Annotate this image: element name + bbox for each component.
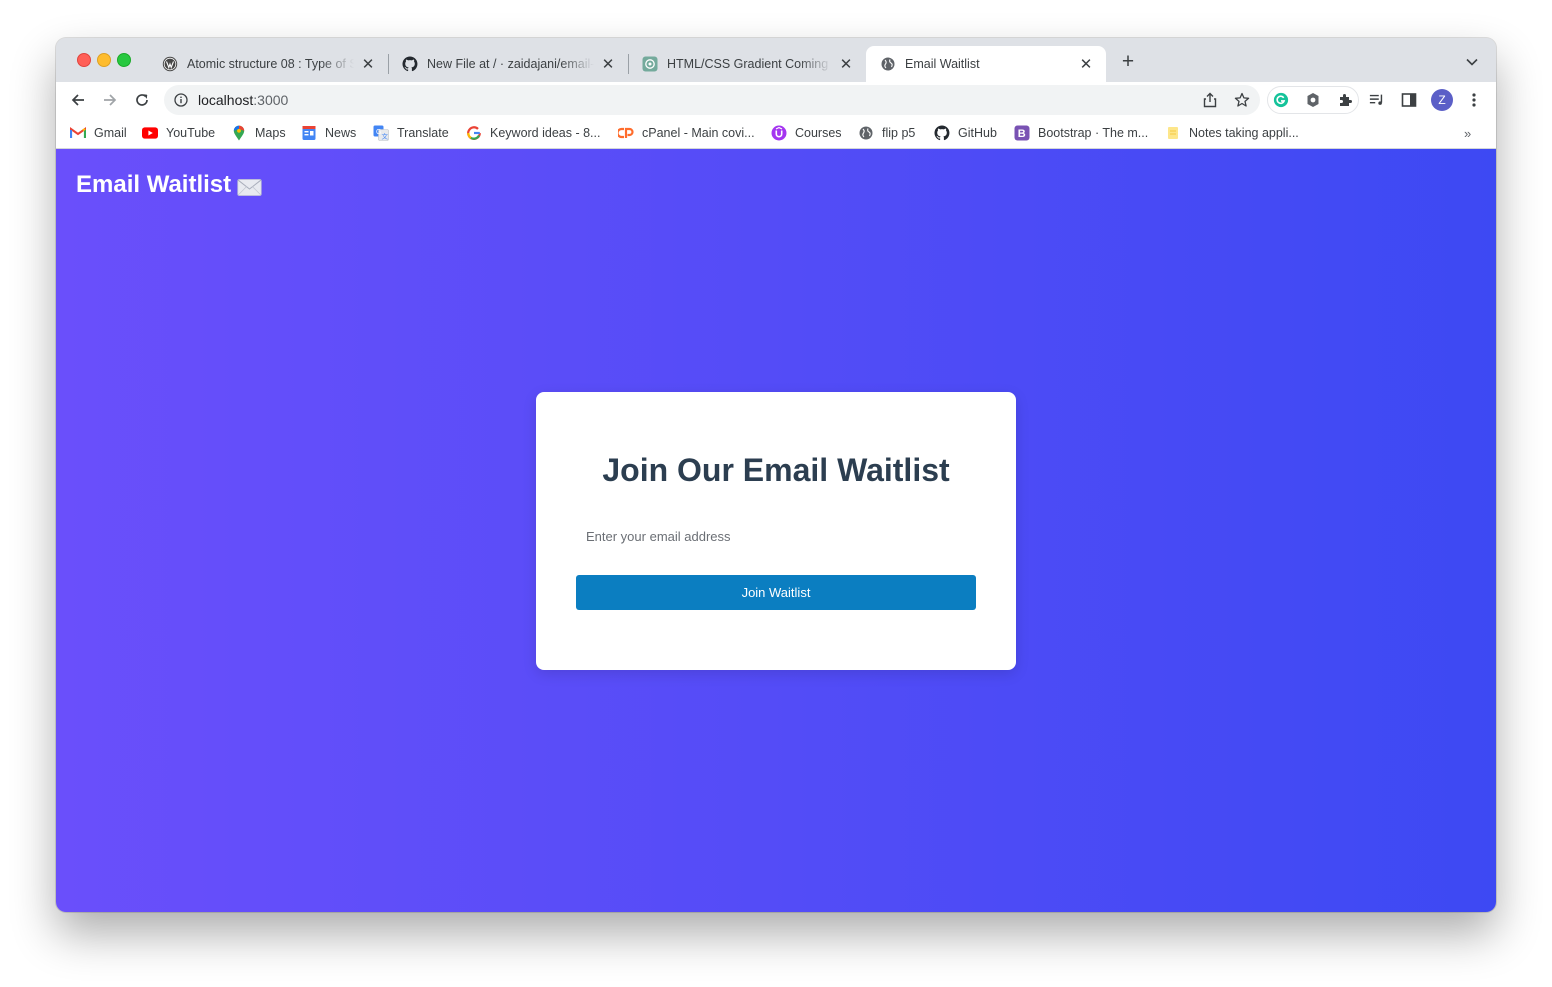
- close-tab-icon[interactable]: ✕: [838, 56, 854, 73]
- close-tab-icon[interactable]: ✕: [1078, 56, 1094, 73]
- close-tab-icon[interactable]: ✕: [600, 56, 616, 73]
- bootstrap-icon: B: [1014, 125, 1030, 141]
- url-text: localhost:3000: [198, 92, 288, 108]
- bookmark-notes[interactable]: Notes taking appli...: [1165, 124, 1299, 142]
- media-queue-icon[interactable]: [1369, 92, 1385, 108]
- courses-icon: [771, 125, 787, 141]
- tab-title: New File at / · zaidajani/email-w: [427, 57, 594, 71]
- waitlist-card: Join Our Email Waitlist Join Waitlist: [536, 392, 1016, 670]
- translate-icon: G文: [373, 125, 389, 141]
- address-bar[interactable]: localhost:3000: [164, 85, 1260, 115]
- minimize-window-button[interactable]: [97, 53, 111, 67]
- more-bookmarks-icon[interactable]: »: [1464, 126, 1471, 141]
- bookmark-news[interactable]: News: [301, 124, 356, 142]
- share-icon[interactable]: [1202, 92, 1218, 108]
- bookmark-cpanel[interactable]: cPanel - Main covi...: [618, 124, 755, 142]
- bookmark-translate[interactable]: G文 Translate: [373, 124, 449, 142]
- brand-title: Email Waitlist: [76, 171, 232, 198]
- tab-search-chevron-icon[interactable]: [1464, 54, 1480, 70]
- bookmark-courses[interactable]: Courses: [771, 124, 842, 142]
- maps-icon: [231, 125, 247, 141]
- url-host: localhost: [198, 92, 254, 108]
- bookmark-keyword-ideas[interactable]: Keyword ideas - 8...: [466, 124, 600, 142]
- extension-gear-icon[interactable]: [1305, 92, 1321, 108]
- youtube-icon: [142, 125, 158, 141]
- bookmark-label: flip p5: [882, 126, 916, 140]
- extensions-puzzle-icon[interactable]: [1337, 92, 1353, 108]
- github-icon: [934, 125, 950, 141]
- forward-button[interactable]: [100, 90, 120, 110]
- reload-button[interactable]: [132, 90, 152, 110]
- globe-icon: [880, 56, 896, 72]
- site-brand: Email Waitlist: [76, 171, 262, 199]
- news-icon: [301, 125, 317, 141]
- bookmark-label: YouTube: [166, 126, 216, 140]
- tab-title: Email Waitlist: [905, 57, 980, 71]
- bookmark-label: GitHub: [958, 126, 997, 140]
- browser-window: Atomic structure 08 : Type of S ✕ New Fi…: [56, 38, 1496, 912]
- side-panel-icon[interactable]: [1401, 92, 1417, 108]
- bookmark-label: Keyword ideas - 8...: [490, 126, 601, 140]
- profile-avatar[interactable]: Z: [1431, 89, 1453, 111]
- tab-title: HTML/CSS Gradient Coming Sc: [667, 57, 832, 71]
- bookmark-star-icon[interactable]: [1234, 92, 1250, 108]
- bookmarks-bar: Gmail YouTube Maps News G文 Translate Key…: [56, 118, 1496, 149]
- bookmark-label: Bootstrap · The m...: [1038, 126, 1149, 140]
- page-title: Join Our Email Waitlist: [602, 452, 950, 488]
- grammarly-icon[interactable]: [1273, 92, 1289, 108]
- bookmark-youtube[interactable]: YouTube: [142, 124, 215, 142]
- bookmark-label: Courses: [795, 126, 842, 140]
- github-icon: [402, 56, 418, 72]
- wordpress-icon: [162, 56, 178, 72]
- bookmark-github[interactable]: GitHub: [934, 124, 997, 142]
- tab-strip: Atomic structure 08 : Type of S ✕ New Fi…: [56, 38, 1496, 82]
- browser-toolbar: localhost:3000 Z: [56, 82, 1496, 118]
- bookmark-label: Translate: [397, 126, 449, 140]
- tab-atomic-structure[interactable]: Atomic structure 08 : Type of S ✕: [148, 46, 388, 82]
- gmail-icon: [70, 125, 86, 141]
- envelope-icon: [237, 176, 262, 196]
- bookmark-label: Notes taking appli...: [1189, 126, 1299, 140]
- site-info-icon[interactable]: [174, 93, 188, 107]
- url-port: :3000: [253, 92, 289, 108]
- bookmark-label: Gmail: [94, 126, 127, 140]
- close-tab-icon[interactable]: ✕: [360, 56, 376, 73]
- maximize-window-button[interactable]: [117, 53, 131, 67]
- tab-email-waitlist[interactable]: Email Waitlist ✕: [866, 46, 1106, 82]
- bookmark-bootstrap[interactable]: B Bootstrap · The m...: [1014, 124, 1148, 142]
- bookmark-label: News: [325, 126, 357, 140]
- bookmark-label: Maps: [255, 126, 286, 140]
- new-tab-button[interactable]: +: [1118, 50, 1138, 73]
- cpanel-icon: [618, 125, 634, 141]
- email-input[interactable]: [576, 518, 976, 554]
- bookmark-maps[interactable]: Maps: [231, 124, 286, 142]
- bookmark-gmail[interactable]: Gmail: [70, 124, 127, 142]
- browser-menu-icon[interactable]: [1466, 92, 1482, 108]
- globe-icon: [858, 125, 874, 141]
- page-content: Email Waitlist Join Our Email Waitlist J…: [56, 149, 1496, 912]
- tab-title: Atomic structure 08 : Type of S: [187, 57, 354, 71]
- close-window-button[interactable]: [77, 53, 91, 67]
- chatgpt-icon: [642, 56, 658, 72]
- bookmark-flip-p5[interactable]: flip p5: [858, 124, 915, 142]
- svg-text:文: 文: [382, 132, 389, 141]
- notes-icon: [1165, 125, 1181, 141]
- join-waitlist-button[interactable]: Join Waitlist: [576, 575, 976, 610]
- svg-text:B: B: [1018, 128, 1026, 140]
- tab-new-file[interactable]: New File at / · zaidajani/email-w ✕: [388, 46, 628, 82]
- bookmark-label: cPanel - Main covi...: [642, 126, 755, 140]
- back-button[interactable]: [68, 90, 88, 110]
- tab-gradient[interactable]: HTML/CSS Gradient Coming Sc ✕: [628, 46, 866, 82]
- google-icon: [466, 125, 482, 141]
